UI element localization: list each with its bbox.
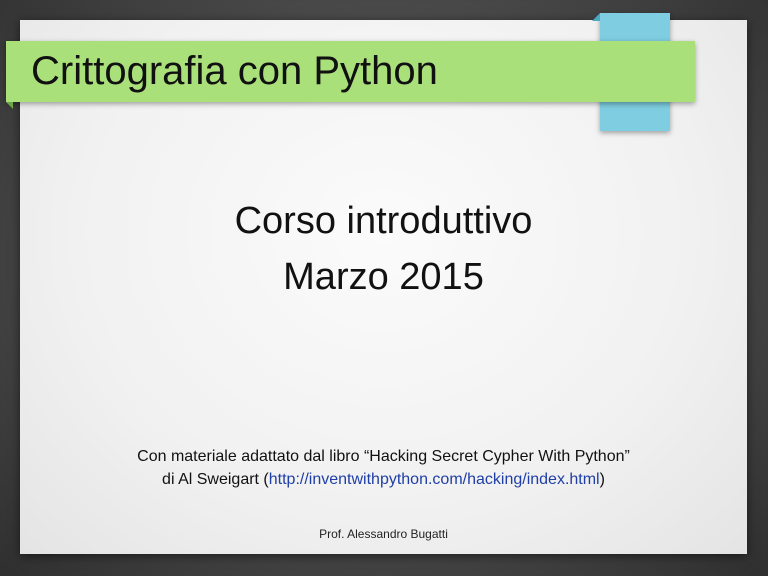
subtitle-date: Marzo 2015	[283, 256, 484, 298]
credit-source: Con materiale adattato dal libro “Hackin…	[137, 448, 630, 465]
slide-title: Crittografia con Python	[31, 49, 438, 93]
credit-author-prefix: di Al Sweigart (	[162, 471, 269, 488]
title-bar-fold	[6, 102, 13, 109]
accent-tab-fold	[592, 13, 600, 21]
slide-footer: Prof. Alessandro Bugatti	[319, 527, 448, 541]
subtitle-course: Corso introduttivo	[234, 200, 533, 242]
credit-author: di Al Sweigart (http://inventwithpython.…	[20, 469, 747, 491]
source-link[interactable]: http://inventwithpython.com/hacking/inde…	[269, 471, 600, 488]
title-bar: Crittografia con Python	[6, 41, 695, 109]
credit-author-suffix: )	[599, 471, 605, 488]
presentation-viewport: { "slide": { "title": "Crittografia con …	[0, 0, 768, 576]
